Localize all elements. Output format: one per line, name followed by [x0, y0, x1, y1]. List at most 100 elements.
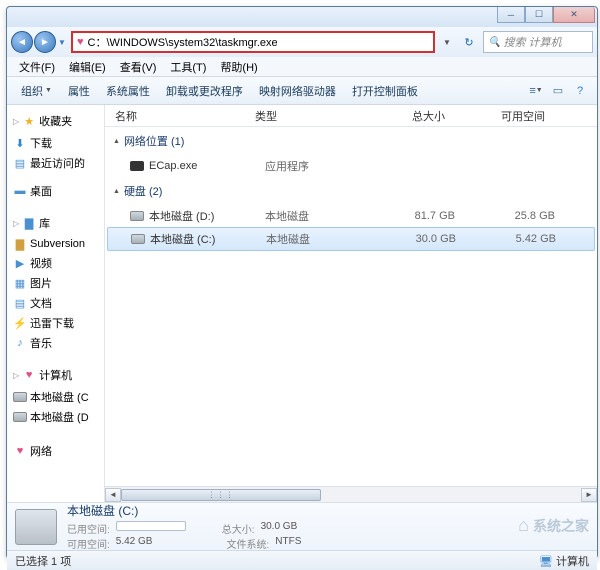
section-network-location[interactable]: ▲网络位置 (1) — [105, 127, 597, 155]
picture-icon: ▦ — [13, 276, 27, 290]
used-label: 已用空间: — [67, 521, 110, 536]
address-text: C：\WINDOWS\system32\taskmgr.exe — [88, 34, 429, 50]
fs-label: 文件系统: — [226, 536, 269, 551]
free-value: 5.42 GB — [116, 536, 153, 551]
preview-pane-icon[interactable]: ▭ — [549, 82, 567, 100]
forward-button[interactable]: ► — [34, 31, 56, 53]
drive-large-icon — [15, 509, 57, 545]
list-item[interactable]: 本地磁盘 (D:) 本地磁盘 81.7 GB 25.8 GB — [105, 205, 597, 227]
sidebar-network-header[interactable]: ♥网络 — [7, 439, 104, 463]
tool-system-properties[interactable]: 系统属性 — [100, 80, 156, 102]
col-type[interactable]: 类型 — [255, 108, 375, 124]
titlebar[interactable]: ─ ☐ ✕ — [7, 7, 597, 27]
sidebar-item-downloads[interactable]: ⬇下载 — [7, 133, 104, 153]
total-value: 30.0 GB — [261, 521, 298, 536]
minimize-button[interactable]: ─ — [497, 7, 525, 23]
body-area: ▷★收藏夹 ⬇下载 ▤最近访问的 ▬桌面 ▷▇库 ▇Subversion ▶视频… — [7, 105, 597, 502]
heart-icon: ♥ — [13, 444, 27, 458]
tool-properties[interactable]: 属性 — [62, 80, 96, 102]
scroll-track[interactable]: ⋮⋮⋮ — [121, 488, 581, 502]
sidebar-item-recent[interactable]: ▤最近访问的 — [7, 153, 104, 173]
sidebar-item-drive-d[interactable]: 本地磁盘 (D — [7, 407, 104, 427]
list-item[interactable]: ECap.exe 应用程序 — [105, 155, 597, 177]
status-selection: 已选择 1 项 — [15, 553, 71, 569]
drive-icon — [13, 410, 27, 424]
sidebar-item-pictures[interactable]: ▦图片 — [7, 273, 104, 293]
column-headers: 名称 类型 总大小 可用空间 — [105, 105, 597, 127]
scroll-right-button[interactable]: ► — [581, 488, 597, 502]
scroll-left-button[interactable]: ◄ — [105, 488, 121, 502]
sidebar-computer-header[interactable]: ▷♥计算机 — [7, 363, 104, 387]
drive-icon — [129, 208, 145, 224]
house-icon: ⌂ — [518, 515, 529, 536]
sidebar-libraries-header[interactable]: ▷▇库 — [7, 211, 104, 235]
total-label: 总大小: — [222, 521, 255, 536]
document-icon: ▤ — [13, 296, 27, 310]
tool-map-drive[interactable]: 映射网络驱动器 — [253, 80, 342, 102]
sidebar-item-videos[interactable]: ▶视频 — [7, 253, 104, 273]
nav-history-dropdown[interactable]: ▼ — [57, 31, 67, 53]
sidebar-item-drive-c[interactable]: 本地磁盘 (C — [7, 387, 104, 407]
thunder-icon: ⚡ — [13, 316, 27, 330]
menu-file[interactable]: 文件(F) — [13, 57, 61, 77]
view-mode-icon[interactable]: ≡▼ — [527, 82, 545, 100]
horizontal-scrollbar[interactable]: ◄ ⋮⋮⋮ ► — [105, 486, 597, 502]
desktop-icon: ▬ — [13, 184, 27, 198]
explorer-window: ─ ☐ ✕ ◄ ► ▼ ♥ C：\WINDOWS\system32\taskmg… — [6, 6, 598, 559]
window-controls: ─ ☐ ✕ — [497, 7, 595, 23]
heart-icon: ♥ — [77, 36, 84, 48]
fs-value: NTFS — [275, 536, 301, 551]
address-bar[interactable]: ♥ C：\WINDOWS\system32\taskmgr.exe — [71, 31, 435, 53]
close-button[interactable]: ✕ — [553, 7, 595, 23]
detail-title: 本地磁盘 (C:) — [67, 502, 589, 519]
col-free[interactable]: 可用空间 — [465, 108, 545, 124]
details-pane: 本地磁盘 (C:) 已用空间: 总大小: 30.0 GB 可用空间: 5.42 … — [7, 502, 597, 550]
refresh-button[interactable]: ↻ — [459, 36, 479, 49]
content-pane: 名称 类型 总大小 可用空间 ▲网络位置 (1) ECap.exe 应用程序 ▲… — [105, 105, 597, 502]
search-input[interactable]: 🔍 搜索 计算机 — [483, 31, 593, 53]
tool-organize[interactable]: 组织▼ — [15, 80, 58, 102]
video-icon: ▶ — [13, 256, 27, 270]
sidebar: ▷★收藏夹 ⬇下载 ▤最近访问的 ▬桌面 ▷▇库 ▇Subversion ▶视频… — [7, 105, 105, 502]
menu-help[interactable]: 帮助(H) — [214, 57, 263, 77]
menubar: 文件(F) 编辑(E) 查看(V) 工具(T) 帮助(H) — [7, 57, 597, 77]
maximize-button[interactable]: ☐ — [525, 7, 553, 23]
sidebar-item-thunder[interactable]: ⚡迅雷下载 — [7, 313, 104, 333]
nav-arrows: ◄ ► ▼ — [11, 31, 67, 53]
menu-view[interactable]: 查看(V) — [114, 57, 163, 77]
list-item-selected[interactable]: 本地磁盘 (C:) 本地磁盘 30.0 GB 5.42 GB — [107, 227, 595, 251]
statusbar: 已选择 1 项 🖥计算机 — [7, 550, 597, 570]
help-icon[interactable]: ? — [571, 82, 589, 100]
sidebar-item-music[interactable]: ♪音乐 — [7, 333, 104, 353]
address-dropdown[interactable]: ▼ — [439, 38, 455, 47]
star-icon: ★ — [22, 114, 36, 128]
sidebar-favorites-header[interactable]: ▷★收藏夹 — [7, 109, 104, 133]
section-drives[interactable]: ▲硬盘 (2) — [105, 177, 597, 205]
watermark: ⌂ 系统之家 — [518, 515, 589, 536]
col-name[interactable]: 名称 — [115, 108, 255, 124]
col-total[interactable]: 总大小 — [375, 108, 465, 124]
menu-tools[interactable]: 工具(T) — [164, 57, 212, 77]
heart-icon: ♥ — [22, 368, 36, 382]
back-button[interactable]: ◄ — [11, 31, 33, 53]
search-icon: 🔍 — [488, 37, 500, 48]
free-label: 可用空间: — [67, 536, 110, 551]
recent-icon: ▤ — [13, 156, 27, 170]
sidebar-item-subversion[interactable]: ▇Subversion — [7, 235, 104, 253]
drive-icon — [130, 231, 146, 247]
tool-control-panel[interactable]: 打开控制面板 — [346, 80, 424, 102]
menu-edit[interactable]: 编辑(E) — [63, 57, 112, 77]
navbar: ◄ ► ▼ ♥ C：\WINDOWS\system32\taskmgr.exe … — [7, 27, 597, 57]
folder-icon: ▇ — [13, 237, 27, 251]
toolbar: 组织▼ 属性 系统属性 卸载或更改程序 映射网络驱动器 打开控制面板 ≡▼ ▭ … — [7, 77, 597, 105]
sidebar-item-documents[interactable]: ▤文档 — [7, 293, 104, 313]
music-icon: ♪ — [13, 336, 27, 350]
library-icon: ▇ — [22, 216, 36, 230]
status-location: 🖥计算机 — [539, 553, 589, 569]
sidebar-item-desktop[interactable]: ▬桌面 — [7, 181, 104, 201]
camera-icon — [129, 158, 145, 174]
tool-uninstall[interactable]: 卸载或更改程序 — [160, 80, 249, 102]
download-icon: ⬇ — [13, 136, 27, 150]
drive-icon — [13, 390, 27, 404]
scroll-thumb[interactable]: ⋮⋮⋮ — [121, 489, 321, 501]
